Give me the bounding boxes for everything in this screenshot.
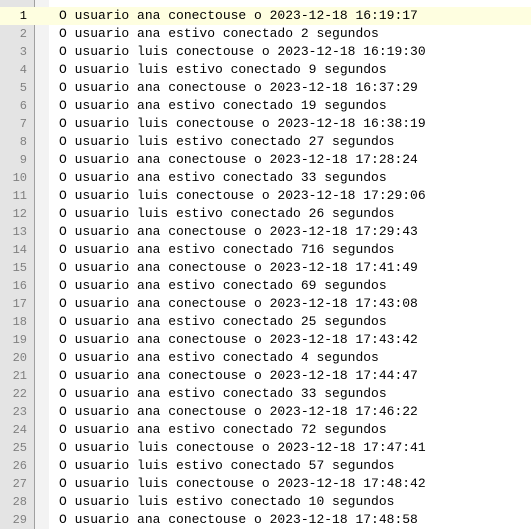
line-text[interactable]: O usuario luis conectouse o 2023-12-18 1… bbox=[59, 43, 426, 61]
editor-line[interactable]: 28 O usuario luis estivo conectado 10 seg… bbox=[0, 493, 531, 511]
line-text[interactable]: O usuario luis conectouse o 2023-12-18 1… bbox=[59, 439, 426, 457]
current-line[interactable]: 1 O usuario ana conectouse o 2023-12-18 1… bbox=[0, 7, 531, 25]
line-text[interactable]: O usuario luis estivo conectado 27 segun… bbox=[59, 133, 394, 151]
line-text[interactable]: O usuario ana conectouse o 2023-12-18 16… bbox=[59, 79, 418, 97]
editor-line[interactable]: 3 O usuario luis conectouse o 2023-12-18 … bbox=[0, 43, 531, 61]
line-text[interactable]: O usuario ana estivo conectado 19 segund… bbox=[59, 97, 387, 115]
line-text[interactable]: O usuario ana estivo conectado 33 segund… bbox=[59, 169, 387, 187]
line-text[interactable]: O usuario luis conectouse o 2023-12-18 1… bbox=[59, 187, 426, 205]
line-text[interactable]: O usuario luis estivo conectado 9 segund… bbox=[59, 61, 387, 79]
line-number: 15 bbox=[12, 261, 27, 275]
editor-line[interactable]: 8 O usuario luis estivo conectado 27 segu… bbox=[0, 133, 531, 151]
editor-line[interactable]: 18 O usuario ana estivo conectado 25 segu… bbox=[0, 313, 531, 331]
editor-line[interactable]: 24 O usuario ana estivo conectado 72 segu… bbox=[0, 421, 531, 439]
line-number: 4 bbox=[19, 63, 27, 77]
line-text[interactable]: O usuario ana estivo conectado 69 segund… bbox=[59, 277, 387, 295]
line-number: 26 bbox=[12, 459, 27, 473]
line-text[interactable]: O usuario ana conectouse o 2023-12-18 17… bbox=[59, 367, 418, 385]
editor-line[interactable]: 16 O usuario ana estivo conectado 69 segu… bbox=[0, 277, 531, 295]
editor-line[interactable]: 29 O usuario ana conectouse o 2023-12-18 … bbox=[0, 511, 531, 529]
line-number: 13 bbox=[12, 225, 27, 239]
line-text[interactable]: O usuario luis conectouse o 2023-12-18 1… bbox=[59, 475, 426, 493]
text-editor[interactable]: 1 O usuario ana conectouse o 2023-12-18 1… bbox=[0, 0, 531, 529]
editor-line[interactable]: 22 O usuario ana estivo conectado 33 segu… bbox=[0, 385, 531, 403]
line-text[interactable]: O usuario ana conectouse o 2023-12-18 17… bbox=[59, 223, 418, 241]
editor-line[interactable]: 12 O usuario luis estivo conectado 26 seg… bbox=[0, 205, 531, 223]
line-text[interactable]: O usuario luis estivo conectado 26 segun… bbox=[59, 205, 394, 223]
editor-line[interactable]: 13 O usuario ana conectouse o 2023-12-18 … bbox=[0, 223, 531, 241]
editor-line[interactable]: 4 O usuario luis estivo conectado 9 segun… bbox=[0, 61, 531, 79]
line-number: 19 bbox=[12, 333, 27, 347]
line-text[interactable]: O usuario luis estivo conectado 57 segun… bbox=[59, 457, 394, 475]
line-number: 28 bbox=[12, 495, 27, 509]
line-number: 12 bbox=[12, 207, 27, 221]
editor-line[interactable]: 6 O usuario ana estivo conectado 19 segun… bbox=[0, 97, 531, 115]
line-number: 24 bbox=[12, 423, 27, 437]
line-number: 27 bbox=[12, 477, 27, 491]
editor-line[interactable]: 17 O usuario ana conectouse o 2023-12-18 … bbox=[0, 295, 531, 313]
line-number: 16 bbox=[12, 279, 27, 293]
line-text[interactable]: O usuario luis conectouse o 2023-12-18 1… bbox=[59, 115, 426, 133]
line-number: 18 bbox=[12, 315, 27, 329]
editor-line[interactable]: 15 O usuario ana conectouse o 2023-12-18 … bbox=[0, 259, 531, 277]
line-text[interactable]: O usuario ana estivo conectado 4 segundo… bbox=[59, 349, 379, 367]
line-text[interactable]: O usuario ana conectouse o 2023-12-18 17… bbox=[59, 151, 418, 169]
line-number: 3 bbox=[19, 45, 27, 59]
editor-line[interactable]: 21 O usuario ana conectouse o 2023-12-18 … bbox=[0, 367, 531, 385]
editor-line[interactable]: 23 O usuario ana conectouse o 2023-12-18 … bbox=[0, 403, 531, 421]
editor-line[interactable]: 19 O usuario ana conectouse o 2023-12-18 … bbox=[0, 331, 531, 349]
editor-line[interactable]: 9 O usuario ana conectouse o 2023-12-18 1… bbox=[0, 151, 531, 169]
line-number: 23 bbox=[12, 405, 27, 419]
line-text[interactable]: O usuario ana conectouse o 2023-12-18 17… bbox=[59, 403, 418, 421]
line-number: 1 bbox=[19, 9, 27, 23]
editor-line[interactable]: 10 O usuario ana estivo conectado 33 segu… bbox=[0, 169, 531, 187]
editor-line[interactable]: 7 O usuario luis conectouse o 2023-12-18 … bbox=[0, 115, 531, 133]
line-text[interactable]: O usuario ana estivo conectado 716 segun… bbox=[59, 241, 394, 259]
line-number: 22 bbox=[12, 387, 27, 401]
line-number: 10 bbox=[12, 171, 27, 185]
editor-line[interactable]: 2 O usuario ana estivo conectado 2 segund… bbox=[0, 25, 531, 43]
line-number: 5 bbox=[19, 81, 27, 95]
line-text[interactable]: O usuario luis estivo conectado 10 segun… bbox=[59, 493, 394, 511]
line-number: 17 bbox=[12, 297, 27, 311]
line-number: 11 bbox=[12, 189, 27, 203]
line-text[interactable]: O usuario ana conectouse o 2023-12-18 16… bbox=[59, 7, 418, 25]
line-text[interactable]: O usuario ana estivo conectado 25 segund… bbox=[59, 313, 387, 331]
editor-line[interactable]: 11 O usuario luis conectouse o 2023-12-18… bbox=[0, 187, 531, 205]
line-number: 20 bbox=[12, 351, 27, 365]
editor-line[interactable]: 20 O usuario ana estivo conectado 4 segun… bbox=[0, 349, 531, 367]
editor-line[interactable]: 25 O usuario luis conectouse o 2023-12-18… bbox=[0, 439, 531, 457]
editor-lines[interactable]: 1 O usuario ana conectouse o 2023-12-18 1… bbox=[0, 7, 531, 529]
editor-line[interactable]: 26 O usuario luis estivo conectado 57 seg… bbox=[0, 457, 531, 475]
line-number: 7 bbox=[19, 117, 27, 131]
line-number: 25 bbox=[12, 441, 27, 455]
editor-line[interactable]: 27 O usuario luis conectouse o 2023-12-18… bbox=[0, 475, 531, 493]
line-number: 9 bbox=[19, 153, 27, 167]
line-text[interactable]: O usuario ana conectouse o 2023-12-18 17… bbox=[59, 295, 418, 313]
line-text[interactable]: O usuario ana estivo conectado 2 segundo… bbox=[59, 25, 379, 43]
line-number: 21 bbox=[12, 369, 27, 383]
line-text[interactable]: O usuario ana conectouse o 2023-12-18 17… bbox=[59, 331, 418, 349]
line-number: 6 bbox=[19, 99, 27, 113]
line-number: 29 bbox=[12, 513, 27, 527]
editor-line[interactable]: 14 O usuario ana estivo conectado 716 seg… bbox=[0, 241, 531, 259]
editor-line[interactable]: 5 O usuario ana conectouse o 2023-12-18 1… bbox=[0, 79, 531, 97]
line-number: 8 bbox=[19, 135, 27, 149]
line-text[interactable]: O usuario ana conectouse o 2023-12-18 17… bbox=[59, 259, 418, 277]
line-text[interactable]: O usuario ana estivo conectado 33 segund… bbox=[59, 385, 387, 403]
line-text[interactable]: O usuario ana estivo conectado 72 segund… bbox=[59, 421, 387, 439]
line-text[interactable]: O usuario ana conectouse o 2023-12-18 17… bbox=[59, 511, 418, 529]
line-number: 2 bbox=[19, 27, 27, 41]
line-number: 14 bbox=[12, 243, 27, 257]
